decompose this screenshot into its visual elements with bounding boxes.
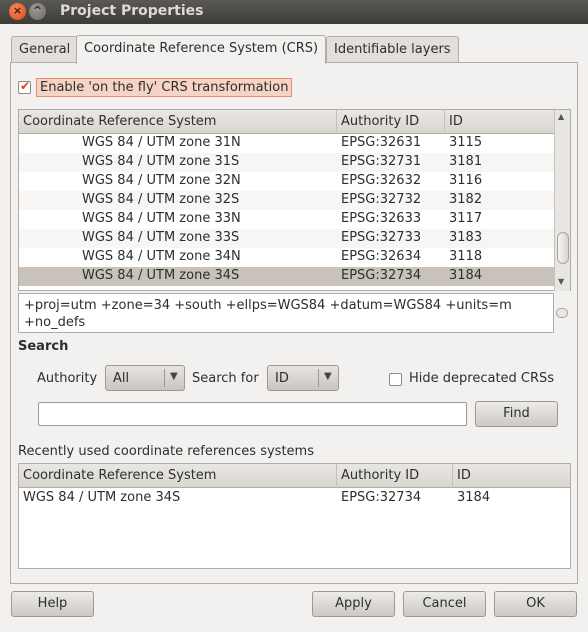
- recent-heading: Recently used coordinate references syst…: [18, 444, 314, 459]
- chevron-down-icon: ▼: [170, 371, 178, 382]
- column-header-id[interactable]: ID: [445, 110, 554, 134]
- column-header-id[interactable]: ID: [453, 464, 570, 488]
- id-cell: 3181: [449, 154, 483, 169]
- table-row[interactable]: WGS 84 / UTM zone 31N EPSG:32631 3115: [19, 134, 554, 153]
- crs-table-header: Coordinate Reference System Authority ID…: [19, 110, 554, 134]
- scrollbar-thumb[interactable]: [556, 308, 568, 318]
- table-row[interactable]: WGS 84 / UTM zone 33S EPSG:32733 3183: [19, 229, 554, 248]
- authority-cell: EPSG:32634: [341, 249, 422, 264]
- apply-button[interactable]: Apply: [312, 591, 395, 617]
- id-cell: 3184: [457, 490, 491, 505]
- crs-name-cell: WGS 84 / UTM zone 32N: [82, 173, 241, 188]
- id-cell: 3117: [449, 211, 483, 226]
- proj-string-box: +proj=utm +zone=34 +south +ellps=WGS84 +…: [18, 293, 554, 333]
- id-cell: 3182: [449, 192, 483, 207]
- table-row[interactable]: WGS 84 / UTM zone 34N EPSG:32634 3118: [19, 248, 554, 267]
- scroll-up-icon[interactable]: ▲: [558, 112, 564, 121]
- column-header-crs[interactable]: Coordinate Reference System: [19, 464, 337, 488]
- hide-deprecated-checkbox[interactable]: [389, 373, 402, 386]
- otf-checkbox[interactable]: [18, 79, 31, 94]
- scrollbar-thumb[interactable]: [557, 232, 569, 264]
- authority-cell: EPSG:32631: [341, 135, 422, 150]
- crs-table-scrollbar[interactable]: ▲ ▼: [554, 110, 570, 291]
- authority-cell: EPSG:32734: [341, 268, 422, 283]
- authority-combo[interactable]: All ▼: [105, 365, 185, 391]
- minimize-window-button[interactable]: ^: [29, 3, 46, 20]
- combo-separator: [318, 369, 319, 387]
- cancel-button[interactable]: Cancel: [403, 591, 486, 617]
- tab-identifiable-layers[interactable]: Identifiable layers: [326, 36, 459, 63]
- table-row[interactable]: WGS 84 / UTM zone 32S EPSG:32732 3182: [19, 191, 554, 210]
- recent-crs-table: Coordinate Reference System Authority ID…: [18, 463, 571, 569]
- crs-name-cell: WGS 84 / UTM zone 33S: [82, 230, 240, 245]
- crs-name-cell: WGS 84 / UTM zone 31S: [82, 154, 240, 169]
- column-header-crs[interactable]: Coordinate Reference System: [19, 110, 337, 134]
- id-cell: 3183: [449, 230, 483, 245]
- tab-general[interactable]: General: [11, 36, 79, 63]
- search-input[interactable]: [38, 402, 467, 426]
- search-for-label: Search for: [192, 371, 259, 386]
- crs-name-cell: WGS 84 / UTM zone 32S: [82, 192, 240, 207]
- search-heading: Search: [18, 339, 69, 354]
- id-cell: 3184: [449, 268, 483, 283]
- crs-name-cell: WGS 84 / UTM zone 31N: [82, 135, 241, 150]
- authority-cell: EPSG:32734: [341, 490, 422, 505]
- find-button[interactable]: Find: [475, 401, 558, 427]
- authority-combo-value: All: [113, 371, 130, 386]
- crs-name-cell: WGS 84 / UTM zone 34N: [82, 249, 241, 264]
- authority-cell: EPSG:32632: [341, 173, 422, 188]
- id-cell: 3118: [449, 249, 483, 264]
- table-row[interactable]: WGS 84 / UTM zone 31S EPSG:32731 3181: [19, 153, 554, 172]
- hide-deprecated-label[interactable]: Hide deprecated CRSs: [409, 371, 554, 386]
- recent-table-header: Coordinate Reference System Authority ID…: [19, 464, 570, 488]
- table-row-selected[interactable]: WGS 84 / UTM zone 34S EPSG:32734 3184: [19, 267, 554, 286]
- otf-checkbox-label[interactable]: Enable 'on the fly' CRS transformation: [36, 78, 293, 97]
- table-row[interactable]: WGS 84 / UTM zone 33N EPSG:32633 3117: [19, 210, 554, 229]
- table-row[interactable]: WGS 84 / UTM zone 34S EPSG:32734 3184: [19, 489, 570, 508]
- table-row[interactable]: WGS 84 / UTM zone 32N EPSG:32632 3116: [19, 172, 554, 191]
- window-title: Project Properties: [60, 3, 204, 19]
- authority-cell: EPSG:32733: [341, 230, 422, 245]
- minimize-icon: ^: [32, 4, 43, 17]
- crs-name-cell: WGS 84 / UTM zone 34S: [23, 490, 181, 505]
- authority-cell: EPSG:32633: [341, 211, 422, 226]
- authority-cell: EPSG:32732: [341, 192, 422, 207]
- crs-name-cell: WGS 84 / UTM zone 34S: [82, 268, 240, 283]
- proj-string-line2: +no_defs: [24, 315, 86, 330]
- proj-string-scrollbar[interactable]: [556, 300, 568, 328]
- help-button[interactable]: Help: [11, 591, 94, 617]
- crs-name-cell: WGS 84 / UTM zone 33N: [82, 211, 241, 226]
- column-header-authority[interactable]: Authority ID: [337, 110, 445, 134]
- close-icon: ×: [12, 4, 23, 17]
- search-for-combo-value: ID: [275, 371, 289, 386]
- crs-table: Coordinate Reference System Authority ID…: [18, 109, 571, 291]
- column-header-authority[interactable]: Authority ID: [337, 464, 453, 488]
- authority-cell: EPSG:32731: [341, 154, 422, 169]
- scroll-down-icon[interactable]: ▼: [558, 277, 564, 286]
- chevron-down-icon: ▼: [324, 371, 332, 382]
- title-bar: × ^ Project Properties: [0, 0, 588, 24]
- id-cell: 3116: [449, 173, 483, 188]
- proj-string-line1: +proj=utm +zone=34 +south +ellps=WGS84 +…: [24, 298, 512, 313]
- id-cell: 3115: [449, 135, 483, 150]
- ok-button[interactable]: OK: [494, 591, 577, 617]
- close-window-button[interactable]: ×: [9, 3, 26, 20]
- authority-label: Authority: [37, 371, 98, 386]
- tab-crs[interactable]: Coordinate Reference System (CRS): [76, 35, 327, 64]
- search-for-combo[interactable]: ID ▼: [267, 365, 339, 391]
- combo-separator: [164, 369, 165, 387]
